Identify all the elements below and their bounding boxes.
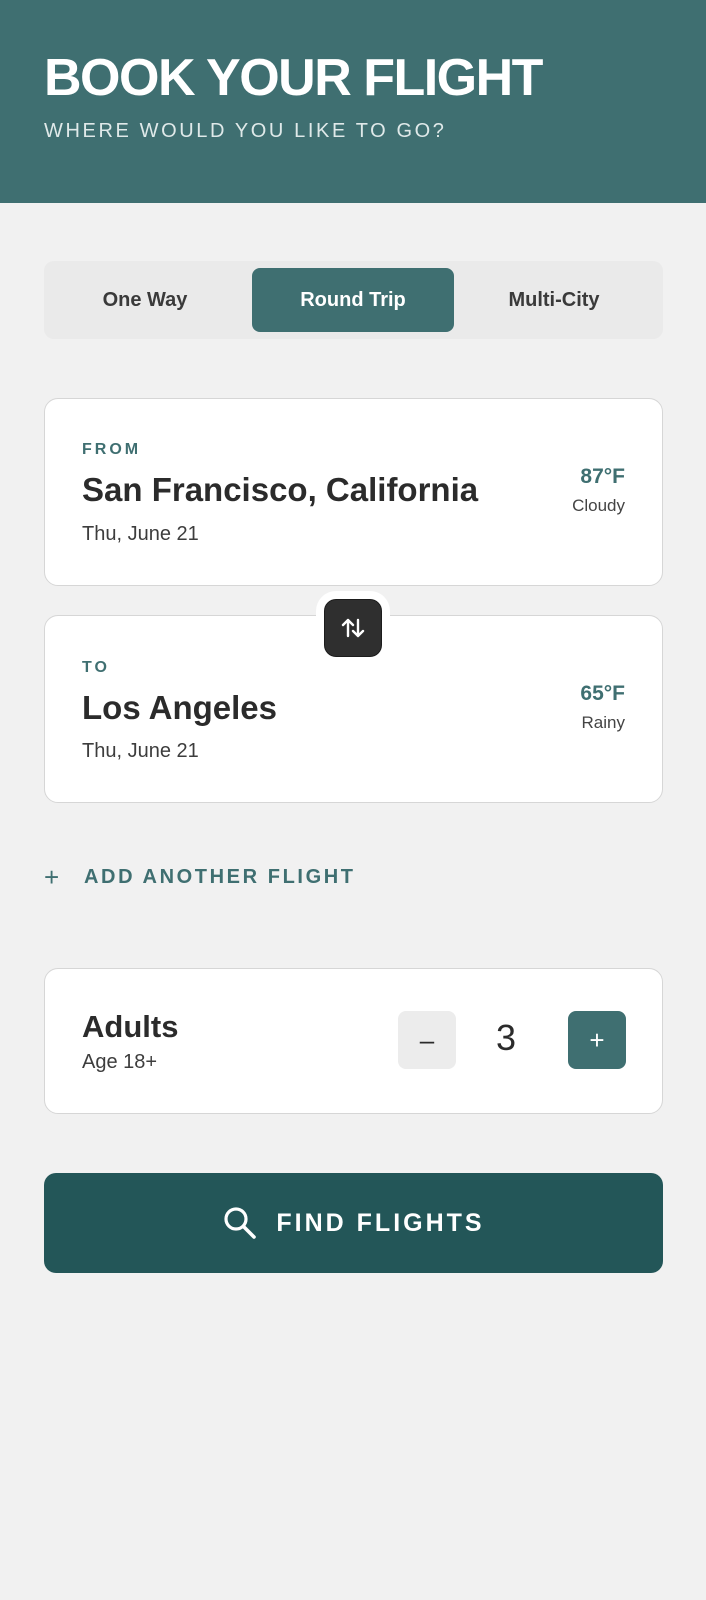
add-another-flight-label: ADD ANOTHER FLIGHT	[84, 865, 356, 888]
search-icon	[224, 1207, 257, 1239]
page-title: BOOK YOUR FLIGHT	[44, 49, 543, 107]
to-date: Thu, June 21	[82, 740, 199, 762]
swap-button-wrapper	[316, 591, 390, 663]
find-flights-label: FIND FLIGHTS	[276, 1208, 485, 1237]
to-city: Los Angeles	[82, 689, 277, 726]
from-location-card[interactable]: FROM San Francisco, California Thu, June…	[44, 398, 663, 586]
swap-vertical-icon	[341, 618, 365, 638]
header: BOOK YOUR FLIGHT WHERE WOULD YOU LIKE TO…	[0, 0, 706, 203]
tab-round-trip[interactable]: Round Trip	[252, 268, 454, 332]
tab-one-way[interactable]: One Way	[44, 268, 246, 332]
from-city: San Francisco, California	[82, 471, 479, 508]
increment-button[interactable]: +	[568, 1011, 626, 1069]
page-subtitle: WHERE WOULD YOU LIKE TO GO?	[44, 120, 447, 142]
passenger-count: 3	[495, 1017, 517, 1058]
trip-type-tabs: One Way Round Trip Multi-City	[44, 261, 663, 339]
from-weather-condition: Cloudy	[572, 496, 625, 515]
passenger-card: Adults Age 18+ – 3 +	[44, 968, 663, 1114]
plus-icon: +	[44, 862, 60, 892]
from-label: FROM	[82, 441, 142, 458]
from-temperature: 87°F	[580, 465, 625, 488]
to-weather-condition: Rainy	[581, 713, 625, 732]
add-another-flight-link[interactable]: + ADD ANOTHER FLIGHT	[44, 860, 356, 894]
find-flights-button[interactable]: FIND FLIGHTS	[44, 1173, 663, 1273]
swap-locations-button[interactable]	[324, 599, 382, 657]
to-temperature: 65°F	[580, 682, 625, 705]
passenger-age-label: Age 18+	[82, 1051, 158, 1073]
tab-multi-city[interactable]: Multi-City	[453, 268, 655, 332]
from-date: Thu, June 21	[82, 523, 199, 545]
to-label: TO	[82, 659, 110, 676]
passenger-type-title: Adults	[82, 1009, 179, 1044]
decrement-button[interactable]: –	[398, 1011, 456, 1069]
